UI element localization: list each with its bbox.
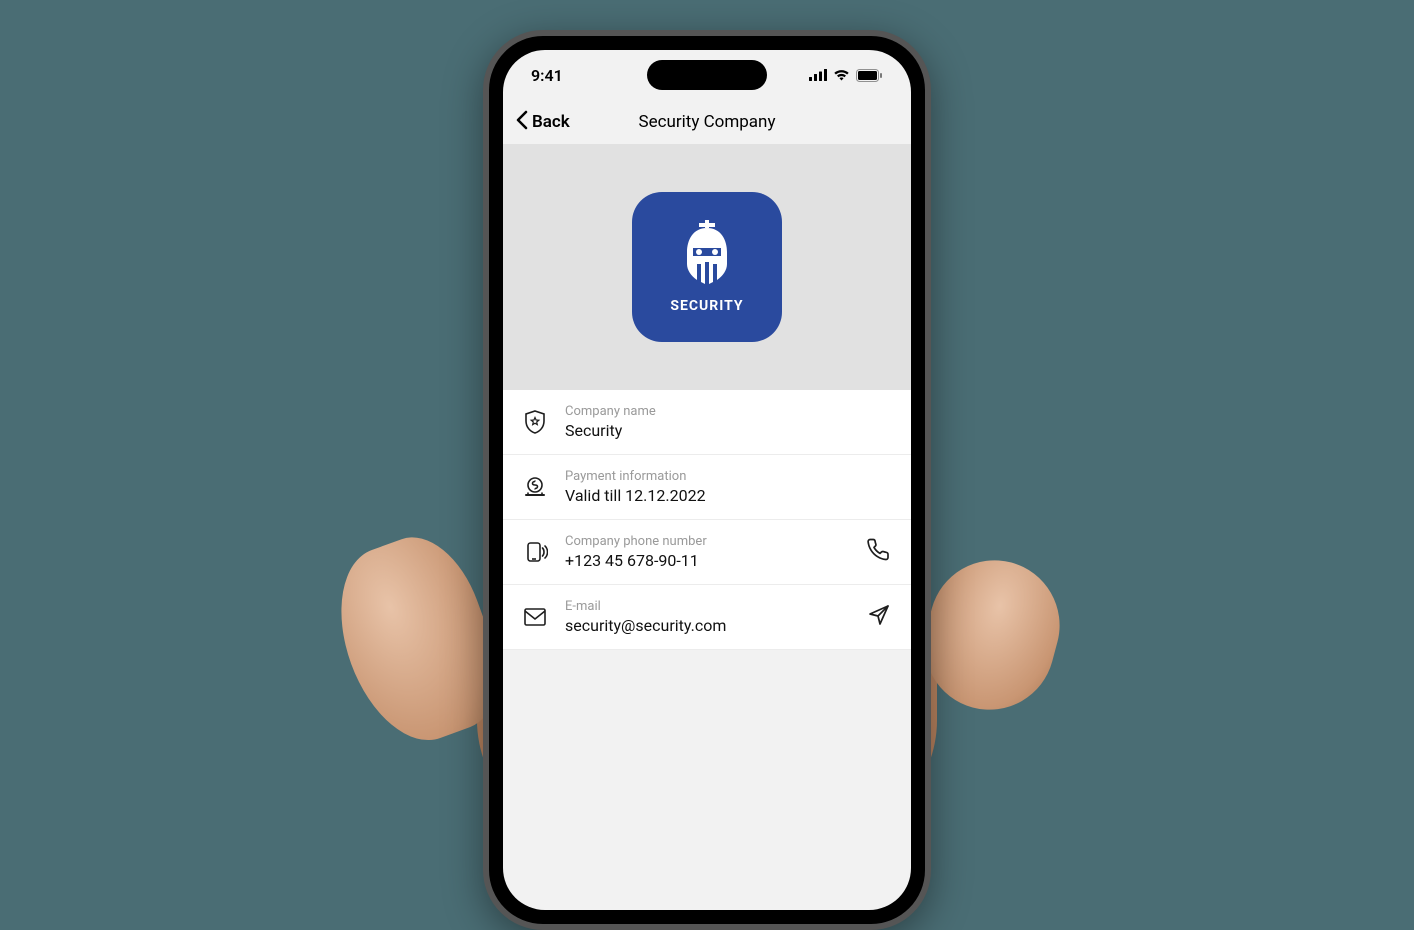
dynamic-island	[647, 60, 767, 90]
company-logo-tile: SECURITY	[632, 192, 782, 342]
company-name-value: Security	[565, 421, 893, 440]
nav-bar: Back Security Company	[503, 100, 911, 144]
shield-star-icon	[521, 409, 549, 435]
page-title: Security Company	[639, 112, 776, 132]
phone-value: +123 45 678-90-11	[565, 551, 849, 570]
company-name-label: Company name	[565, 404, 893, 419]
phone-vibrate-icon	[521, 540, 549, 564]
company-logo-area: SECURITY	[503, 144, 911, 390]
payment-info-label: Payment information	[565, 469, 893, 484]
email-label: E-mail	[565, 599, 849, 614]
phone-frame: 9:41	[483, 30, 931, 930]
call-button[interactable]	[865, 538, 893, 566]
back-button[interactable]: Back	[515, 110, 570, 135]
wifi-icon	[833, 69, 850, 81]
cellular-signal-icon	[809, 69, 827, 81]
phone-handset-icon	[867, 538, 891, 566]
payment-info-value: Valid till 12.12.2022	[565, 486, 893, 505]
company-name-row: Company name Security	[503, 390, 911, 455]
helmet-icon	[679, 220, 735, 290]
paper-plane-icon	[867, 603, 891, 631]
company-details-list: Company name Security Payment informatio…	[503, 390, 911, 650]
company-logo-label: SECURITY	[670, 298, 743, 314]
back-label: Back	[532, 112, 570, 132]
status-time: 9:41	[531, 66, 563, 85]
phone-label: Company phone number	[565, 534, 849, 549]
phone-screen: 9:41	[503, 50, 911, 910]
coin-slot-icon	[521, 475, 549, 499]
phone-row: Company phone number +123 45 678-90-11	[503, 520, 911, 585]
payment-info-row: Payment information Valid till 12.12.202…	[503, 455, 911, 520]
email-value: security@security.com	[565, 616, 849, 635]
envelope-icon	[521, 607, 549, 627]
email-row: E-mail security@security.com	[503, 585, 911, 650]
battery-icon	[856, 69, 883, 82]
chevron-left-icon	[515, 110, 528, 135]
send-email-button[interactable]	[865, 603, 893, 631]
